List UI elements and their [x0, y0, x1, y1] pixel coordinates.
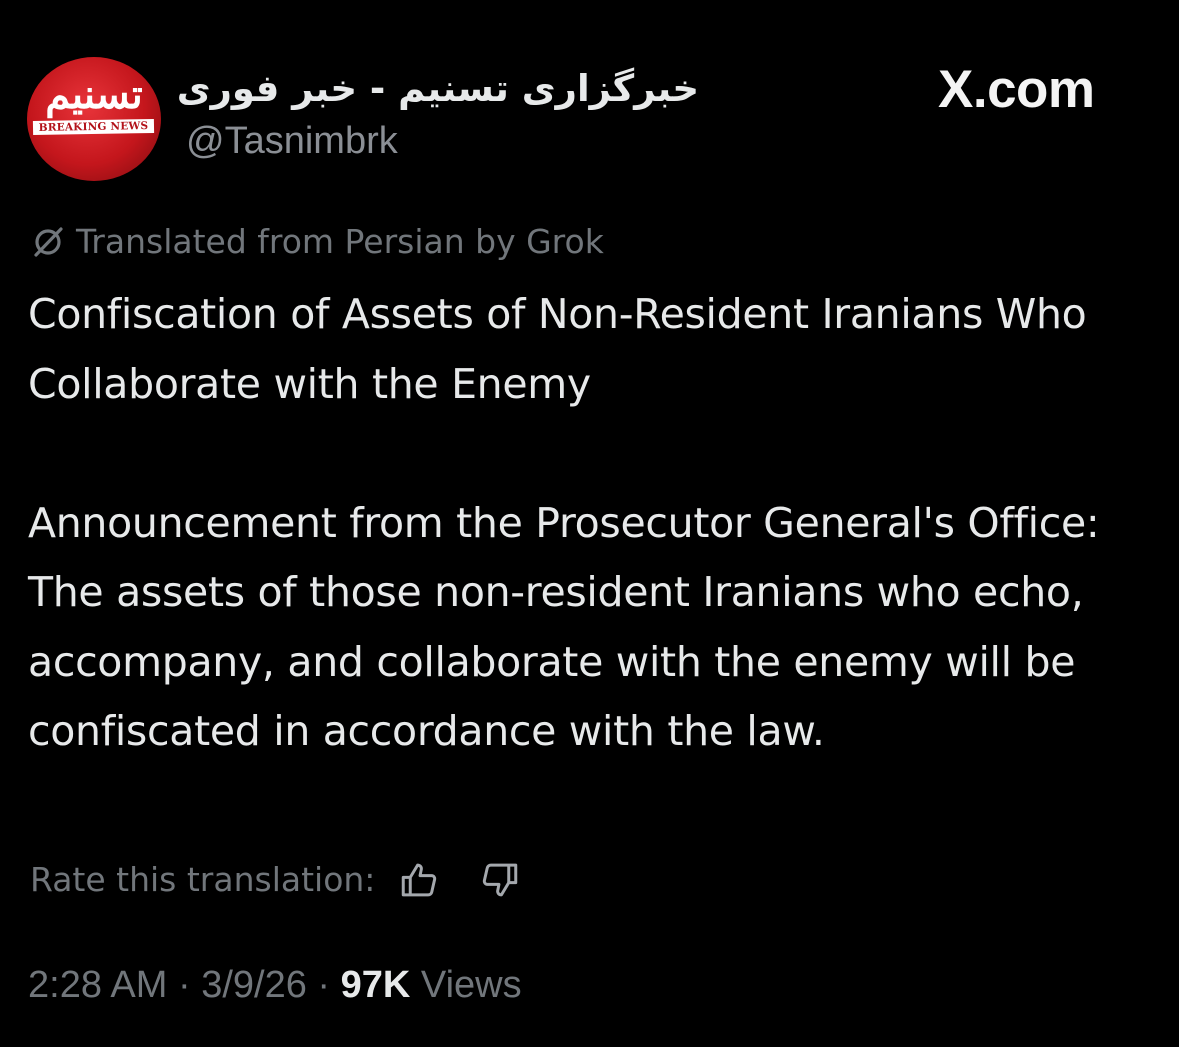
post-time[interactable]: 2:28 AM: [28, 964, 167, 1006]
post-date[interactable]: 3/9/26: [201, 964, 307, 1006]
avatar[interactable]: تسنیم BREAKING NEWS: [27, 57, 161, 181]
thumbs-up-icon: [402, 863, 437, 897]
meta-separator: ·: [306, 964, 341, 1006]
views-count: 97K: [340, 964, 411, 1006]
post: تسنیم BREAKING NEWS خبرگزاری تسنیم - خبر…: [0, 0, 1179, 1047]
post-meta: 2:28 AM · 3/9/26 · 97K Views: [28, 958, 522, 1012]
breaking-news-banner-text: BREAKING NEWS: [38, 120, 149, 134]
meta-separator: ·: [167, 964, 202, 1006]
post-text: Confiscation of Assets of Non-Resident I…: [28, 280, 1168, 767]
thumbs-up-button[interactable]: [397, 858, 441, 902]
thumbs-down-icon: [483, 863, 518, 897]
rate-translation: Rate this translation:: [30, 855, 522, 905]
translation-note-text: Translated from Persian by Grok: [76, 222, 604, 261]
post-title: Confiscation of Assets of Non-Resident I…: [28, 290, 1087, 408]
post-body: Announcement from the Prosecutor General…: [28, 498, 1100, 756]
rate-translation-label: Rate this translation:: [30, 860, 376, 899]
thumbs-down-button[interactable]: [478, 858, 522, 902]
views-label: Views: [410, 964, 522, 1006]
display-name[interactable]: خبرگزاری تسنیم - خبر فوری: [177, 62, 699, 116]
account-handle[interactable]: @Tasnimbrk: [186, 118, 398, 164]
breaking-news-banner: BREAKING NEWS: [32, 118, 155, 136]
grok-icon: [30, 224, 66, 260]
source-label: X.com: [938, 60, 1095, 119]
translation-note: Translated from Persian by Grok: [30, 220, 604, 264]
avatar-logo-script: تسنیم: [45, 71, 143, 118]
